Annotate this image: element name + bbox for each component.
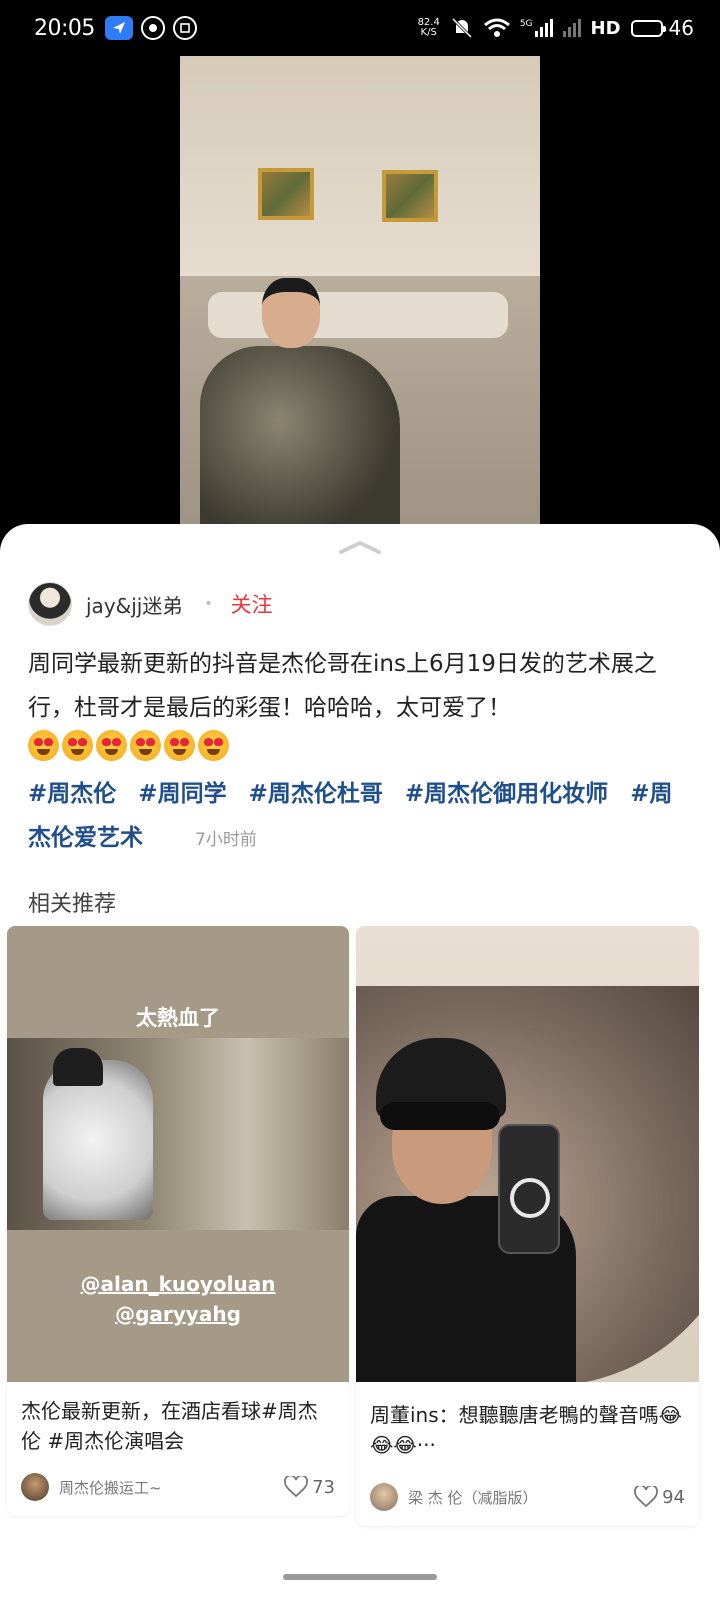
like-count: 94 <box>662 1486 685 1508</box>
mention-tag: @garyyahg <box>115 1302 241 1326</box>
painting-right <box>382 170 438 222</box>
card-footer: 周杰伦搬运工~ 73 <box>21 1472 335 1502</box>
post-text: 周同学最新更新的抖音是杰伦哥在ins上6月19日发的艺术展之行，杜哥才是最后的彩… <box>28 651 657 721</box>
notification-icons <box>104 16 197 40</box>
battery-icon <box>630 19 666 37</box>
video-frame[interactable] <box>180 56 540 536</box>
battery-indicator: 46 <box>630 16 694 40</box>
heart-eyes-emoji-icon <box>96 730 127 761</box>
hashtag[interactable]: #周同学 <box>138 781 226 807</box>
heart-icon <box>634 1486 659 1508</box>
hashtag[interactable]: #周杰伦杜哥 <box>249 781 383 807</box>
like-count: 73 <box>312 1476 335 1498</box>
card-author-name[interactable]: 周杰伦搬运工~ <box>59 1477 162 1498</box>
status-time: 20:05 <box>34 15 95 41</box>
like-button[interactable]: 94 <box>634 1486 685 1508</box>
signal-empty-icon <box>562 19 581 37</box>
card-thumbnail[interactable] <box>356 926 699 1382</box>
hotel-scene <box>7 1038 349 1230</box>
bench <box>208 292 508 338</box>
signal-5g-label: 5G <box>519 19 533 29</box>
square-app-icon <box>172 16 197 40</box>
network-speed: 82.4 K/S <box>418 18 440 38</box>
person-head <box>262 278 320 348</box>
video-player[interactable] <box>0 56 720 536</box>
related-title: 相关推荐 <box>28 892 117 917</box>
recommend-card[interactable]: 太熱血了 @alan_kuoyoluan @garyyahg 杰伦最新更新，在酒… <box>7 926 349 1516</box>
hashtag[interactable]: #周杰伦 <box>28 781 116 807</box>
author-avatar[interactable] <box>28 582 72 626</box>
like-button[interactable]: 73 <box>284 1476 335 1498</box>
home-indicator[interactable] <box>283 1574 437 1580</box>
thumbnail-overlay-title: 太熱血了 <box>136 1006 220 1030</box>
separator-dot: • <box>204 596 213 612</box>
heart-eyes-emoji-icon <box>28 730 59 761</box>
chevron-up-icon[interactable] <box>338 540 382 554</box>
wifi-icon <box>483 18 510 37</box>
author-row: jay&jj迷弟 • 关注 <box>28 582 273 626</box>
author-name[interactable]: jay&jj迷弟 <box>86 590 182 619</box>
mute-bell-icon <box>451 17 472 39</box>
follow-button[interactable]: 关注 <box>231 589 273 619</box>
navigation-icon <box>104 16 133 40</box>
card-thumbnail[interactable]: 太熱血了 @alan_kuoyoluan @garyyahg <box>7 926 349 1382</box>
heart-eyes-emoji-icon <box>62 730 93 761</box>
card-caption: 杰伦最新更新，在酒店看球#周杰伦 #周杰伦演唱会 <box>21 1399 318 1453</box>
heart-eyes-emoji-icon <box>198 730 229 761</box>
card-author-avatar[interactable] <box>370 1483 398 1511</box>
card-caption: 周董ins：想聽聽唐老鴨的聲音嗎😂😂😂··· <box>370 1403 683 1457</box>
hashtag[interactable]: #周杰伦御用化妆师 <box>405 781 608 807</box>
card-author-avatar[interactable] <box>21 1473 49 1501</box>
phone <box>498 1124 560 1254</box>
painting-left <box>258 168 314 220</box>
signal-5g-icon: 5G <box>520 19 553 37</box>
drop-app-icon <box>140 16 165 40</box>
hashtags: #周杰伦 #周同学 #周杰伦杜哥 #周杰伦御用化妆师 #周杰伦爱艺术 7小时前 <box>28 772 678 862</box>
hd-icon: HD <box>590 17 621 39</box>
heart-eyes-emoji-icon <box>130 730 161 761</box>
card-author-name[interactable]: 梁 杰 伦（减脂版） <box>408 1487 538 1508</box>
post-time: 7小时前 <box>195 830 257 850</box>
recommend-card[interactable]: 周董ins：想聽聽唐老鴨的聲音嗎😂😂😂··· 梁 杰 伦（减脂版） 94 <box>356 926 699 1526</box>
post-detail-sheet: jay&jj迷弟 • 关注 周同学最新更新的抖音是杰伦哥在ins上6月19日发的… <box>0 524 720 1600</box>
system-indicators: 82.4 K/S 5G HD 46 <box>418 16 694 40</box>
person <box>200 346 400 536</box>
card-footer: 梁 杰 伦（减脂版） 94 <box>370 1482 685 1512</box>
mention-tag: @alan_kuoyoluan <box>80 1272 276 1296</box>
net-speed-unit: K/S <box>420 27 437 38</box>
heart-eyes-emoji-icon <box>164 730 195 761</box>
status-bar: 20:05 82.4 K/S 5G HD 46 <box>0 0 720 56</box>
emoji-row <box>28 730 229 761</box>
heart-icon <box>284 1476 309 1498</box>
battery-percent: 46 <box>668 16 694 40</box>
